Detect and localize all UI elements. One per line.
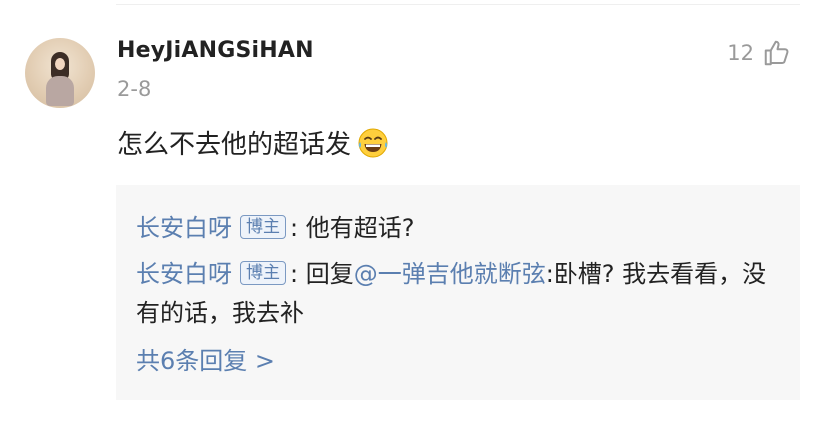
blogger-badge: 博主 xyxy=(240,215,286,239)
like-button[interactable]: 12 xyxy=(727,38,792,68)
avatar-body xyxy=(46,76,74,106)
top-divider xyxy=(116,4,800,5)
reply-item: 长安白呀 博主: 他有超话? xyxy=(136,209,780,248)
comment-date: 2-8 xyxy=(117,77,152,101)
reply-author[interactable]: 长安白呀 xyxy=(136,260,232,288)
reply-text: 他有超话? xyxy=(305,214,415,242)
comment-content: 怎么不去他的超话发 xyxy=(117,124,389,161)
reply-prefix: 回复 xyxy=(305,260,354,288)
reply-separator: : xyxy=(290,260,306,288)
more-replies-link[interactable]: 共6条回复 > xyxy=(136,341,275,376)
reply-separator: : xyxy=(290,214,306,242)
blogger-badge: 博主 xyxy=(240,261,286,285)
like-count: 12 xyxy=(727,41,754,65)
reply-author[interactable]: 长安白呀 xyxy=(136,214,232,242)
username[interactable]: HeyJiANGSiHAN xyxy=(117,38,314,63)
avatar-face xyxy=(55,58,65,70)
thumbs-up-icon xyxy=(764,40,789,66)
reply-box: 长安白呀 博主: 他有超话? 长安白呀 博主: 回复@一弹吉他就断弦:卧槽? 我去看… xyxy=(116,185,800,400)
laughing-tears-emoji-icon xyxy=(358,128,388,157)
reply-mention[interactable]: @一弹吉他就断弦 xyxy=(354,260,546,288)
comment-text: 怎么不去他的超话发 xyxy=(117,130,352,160)
avatar[interactable] xyxy=(25,38,95,108)
reply-item: 长安白呀 博主: 回复@一弹吉他就断弦:卧槽? 我去看看，没有的话，我去补 xyxy=(136,255,780,333)
